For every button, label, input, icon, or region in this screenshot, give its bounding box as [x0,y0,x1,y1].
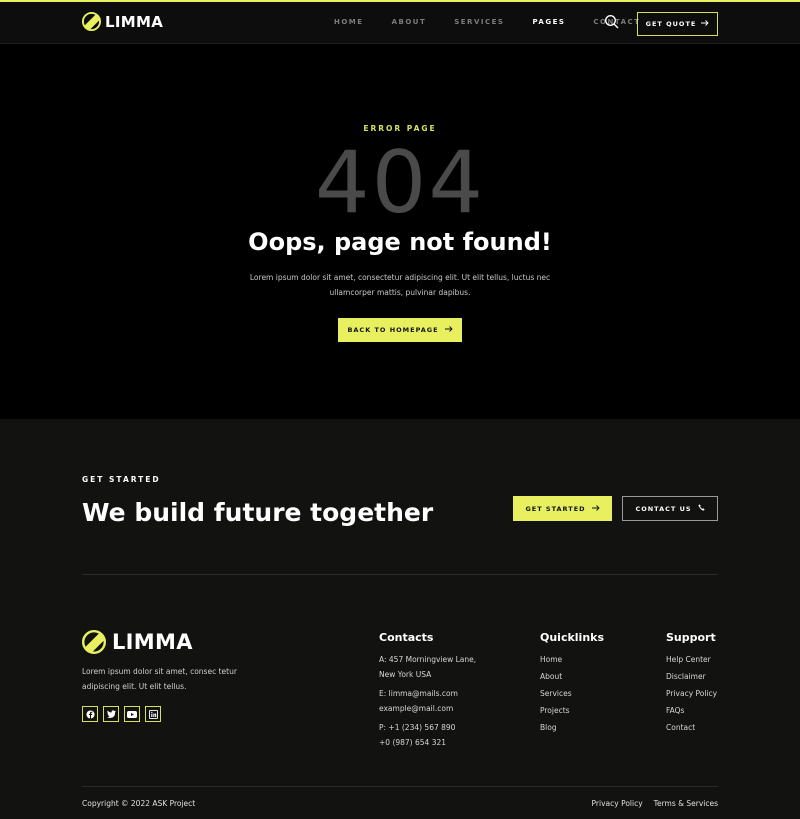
limma-logo-icon [82,630,106,654]
legal-terms-link[interactable]: Terms & Services [654,799,718,808]
support-help-center[interactable]: Help Center [666,653,726,668]
error-hero: ERROR PAGE 404 Oops, page not found! Lor… [0,44,800,419]
youtube-icon[interactable] [124,706,140,722]
footer-brand-name: LIMMA [112,630,193,654]
get-quote-button[interactable]: GET QUOTE [637,12,718,36]
nav-pages[interactable]: PAGES [532,18,565,26]
nav-home[interactable]: HOME [334,18,364,26]
error-code: 404 [314,133,486,233]
contact-email-line[interactable]: example@mail.com [379,702,476,717]
limma-logo-icon [82,12,101,31]
footer-bottom-divider [82,786,718,787]
phone-icon [697,504,705,513]
back-to-homepage-label: BACK TO HOMEPAGE [347,326,439,334]
facebook-icon[interactable] [82,706,98,722]
footer-about-line: adipiscing elit. Ut elit tellus. [82,681,187,691]
footer-quicklinks-column: Quicklinks Home About Services Projects … [540,631,604,738]
back-to-homepage-button[interactable]: BACK TO HOMEPAGE [338,318,462,342]
get-started-label: GET STARTED [525,504,586,513]
contact-us-label: CONTACT US [635,504,692,513]
contact-address-line: New York USA [379,669,432,679]
quicklinks-title: Quicklinks [540,631,605,644]
quicklink-services[interactable]: Services [540,687,604,702]
contact-email[interactable]: E: limma@mails.com example@mail.com [379,687,476,716]
search-icon[interactable] [604,14,620,30]
support-title: Support [666,631,716,644]
error-label: ERROR PAGE [363,124,437,133]
footer-support-column: Support Help Center Disclaimer Privacy P… [666,631,726,738]
footer-contacts-column: Contacts A: 457 Morningview Lane, New Yo… [379,631,476,755]
social-links [82,706,161,722]
support-disclaimer[interactable]: Disclaimer [666,670,726,685]
nav-services[interactable]: SERVICES [454,18,504,26]
contact-phone-line[interactable]: +0 (987) 654 321 [379,736,476,751]
linkedin-icon[interactable] [145,706,161,722]
brand-name: LIMMA [105,12,164,31]
quicklink-projects[interactable]: Projects [540,704,604,719]
twitter-icon[interactable] [103,706,119,722]
brand-logo[interactable]: LIMMA [82,12,163,31]
cta-title: We build future together [82,498,434,527]
copyright-text: Copyright © 2022 ASK Project [82,799,196,808]
error-title: Oops, page not found! [248,228,552,256]
footer-divider [82,574,718,575]
support-contact[interactable]: Contact [666,721,726,736]
footer-about-text: Lorem ipsum dolor sit amet, consec tetur… [82,665,262,694]
legal-privacy-policy-link[interactable]: Privacy Policy [592,799,643,808]
arrow-right-icon [444,326,453,334]
get-started-button[interactable]: GET STARTED [513,496,612,521]
nav-about[interactable]: ABOUT [392,18,427,26]
quicklink-about[interactable]: About [540,670,604,685]
quicklink-blog[interactable]: Blog [540,721,604,736]
contact-address: A: 457 Morningview Lane, New York USA [379,653,476,682]
error-description: Lorem ipsum dolor sit amet, consectetur … [240,270,560,300]
legal-links: Privacy Policy Terms & Services [592,799,718,808]
arrow-right-icon [591,504,600,513]
contact-phone-line[interactable]: P: +1 (234) 567 890 [379,721,476,736]
site-footer: GET STARTED We build future together GET… [0,419,800,819]
footer-brand-logo[interactable]: LIMMA [82,630,193,654]
support-faqs[interactable]: FAQs [666,704,726,719]
support-privacy-policy[interactable]: Privacy Policy [666,687,726,702]
cta-label: GET STARTED [82,475,161,484]
contact-email-line[interactable]: E: limma@mails.com [379,687,476,702]
error-description-line: Lorem ipsum dolor sit amet, consectetur … [249,273,551,282]
contact-address-line: A: 457 Morningview Lane, [379,655,477,664]
contacts-title: Contacts [379,631,434,644]
top-navbar: LIMMA HOME ABOUT SERVICES PAGES CONTACT … [0,0,800,44]
get-quote-label: GET QUOTE [645,20,697,28]
arrow-right-icon [701,20,709,28]
quicklink-home[interactable]: Home [540,653,604,668]
contact-us-button[interactable]: CONTACT US [622,496,718,521]
footer-about-line: Lorem ipsum dolor sit amet, consec tetur [82,667,237,676]
error-description-line: ullamcorper mattis, pulvinar dapibus. [329,288,471,297]
contact-phone[interactable]: P: +1 (234) 567 890 +0 (987) 654 321 [379,721,476,750]
